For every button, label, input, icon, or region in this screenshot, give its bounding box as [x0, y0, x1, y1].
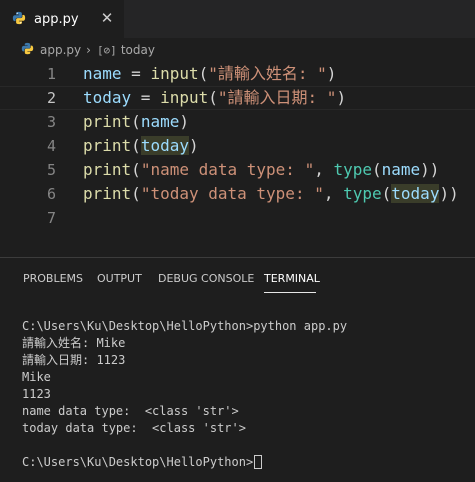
line-number: 7 [46, 209, 56, 227]
code-line[interactable]: 5 print("name data type: ", type(name)) [0, 158, 475, 182]
code-line[interactable]: 6 print("today data type: ", type(today)) [0, 182, 475, 206]
line-number: 1 [46, 65, 56, 83]
active-tab-indicator [264, 292, 316, 293]
code-token: print [83, 160, 132, 179]
terminal-line: C:\Users\Ku\Desktop\HelloPython> [22, 454, 472, 471]
breadcrumb-file[interactable]: app.py [40, 43, 81, 57]
code-token: input [160, 88, 209, 107]
code-token: "name data type: " [140, 160, 315, 179]
terminal-line: 1123 [22, 387, 51, 401]
code-token: "請輸入姓名: " [208, 64, 327, 83]
code-token: input [150, 64, 199, 83]
code-token: today [140, 136, 189, 155]
code-token: ) [179, 112, 189, 131]
close-icon[interactable]: ✕ [99, 10, 115, 26]
code-line[interactable]: 1 name = input("請輸入姓名: ") [0, 62, 475, 86]
code-token: = [131, 88, 161, 107]
line-number: 2 [46, 89, 56, 107]
tab-output[interactable]: OUTPUT [97, 272, 142, 285]
terminal-line: today data type: <class 'str'> [22, 421, 246, 435]
python-file-icon [21, 42, 34, 58]
tab-debug-console[interactable]: DEBUG CONSOLE [158, 272, 254, 285]
terminal-line: name data type: <class 'str'> [22, 404, 239, 418]
code-token: name [140, 112, 180, 131]
code-text: name = input("請輸入姓名: ") [83, 62, 336, 86]
code-token: )) [439, 184, 459, 203]
code-text: today = input("請輸入日期: ") [83, 87, 346, 109]
code-token: , [314, 160, 334, 179]
code-token: ( [208, 88, 218, 107]
tab-label: app.py [34, 11, 79, 27]
terminal-line: Mike [22, 370, 51, 384]
code-editor[interactable]: 1 name = input("請輸入姓名: ") 2 today = input("… [0, 62, 475, 257]
code-line[interactable]: 2 today = input("請輸入日期: ") [0, 86, 475, 110]
code-token: name [83, 64, 122, 83]
terminal-cursor [254, 455, 263, 469]
code-token: print [83, 112, 132, 131]
code-token: = [121, 64, 151, 83]
editor-tab-app-py[interactable]: app.py ✕ [0, 0, 124, 38]
code-text: print(today) [83, 134, 199, 158]
code-line[interactable]: 7 [0, 206, 475, 230]
vscode-window: app.py ✕ app.py › [⊘] today 1 name = inpu… [0, 0, 475, 482]
tab-terminal[interactable]: TERMINAL [264, 272, 320, 285]
python-file-icon [12, 10, 26, 29]
code-token: ) [326, 64, 337, 83]
code-token: ) [336, 88, 347, 107]
code-token: ( [198, 64, 209, 83]
tab-problems[interactable]: PROBLEMS [23, 272, 83, 285]
line-number: 6 [46, 185, 56, 203]
code-token: ( [381, 184, 392, 203]
breadcrumb: app.py › [⊘] today [0, 38, 475, 62]
line-number: 4 [46, 137, 56, 155]
code-token: ( [372, 160, 382, 179]
terminal-output[interactable]: C:\Users\Ku\Desktop\HelloPython>python a… [22, 318, 472, 471]
chevron-right-icon: › [86, 43, 91, 57]
line-number: 3 [46, 113, 56, 131]
variable-symbol-icon: [⊘] [96, 43, 117, 57]
code-token: ( [131, 160, 141, 179]
code-token: , [323, 184, 344, 203]
code-token: ) [188, 136, 199, 155]
code-token: today [83, 88, 132, 107]
code-text: print("name data type: ", type(name)) [83, 158, 439, 182]
terminal-line: 請輸入日期: 1123 [22, 353, 126, 367]
code-line[interactable]: 3 print(name) [0, 110, 475, 134]
breadcrumb-symbol[interactable]: today [121, 43, 155, 57]
code-token: "請輸入日期: " [217, 88, 337, 107]
code-token: ( [131, 112, 141, 131]
code-token: type [333, 160, 372, 179]
editor-tab-bar: app.py ✕ [0, 0, 475, 38]
code-token: )) [420, 160, 440, 179]
terminal-line: 請輸入姓名: Mike [22, 336, 126, 350]
code-token: "today data type: " [140, 184, 324, 203]
code-token: ( [131, 184, 141, 203]
code-text: print("today data type: ", type(today)) [83, 182, 459, 206]
code-token: ( [131, 136, 141, 155]
code-token: today [391, 184, 440, 203]
code-token: print [83, 184, 132, 203]
code-token: type [343, 184, 382, 203]
panel-tabs: PROBLEMS OUTPUT DEBUG CONSOLE TERMINAL [0, 258, 475, 298]
code-line[interactable]: 4 print(today) [0, 134, 475, 158]
code-token: name [381, 160, 421, 179]
terminal-line: C:\Users\Ku\Desktop\HelloPython>python a… [22, 319, 348, 333]
code-text: print(name) [83, 110, 189, 134]
bottom-panel: PROBLEMS OUTPUT DEBUG CONSOLE TERMINAL C… [0, 257, 475, 482]
code-token: print [83, 136, 132, 155]
line-number: 5 [46, 161, 56, 179]
